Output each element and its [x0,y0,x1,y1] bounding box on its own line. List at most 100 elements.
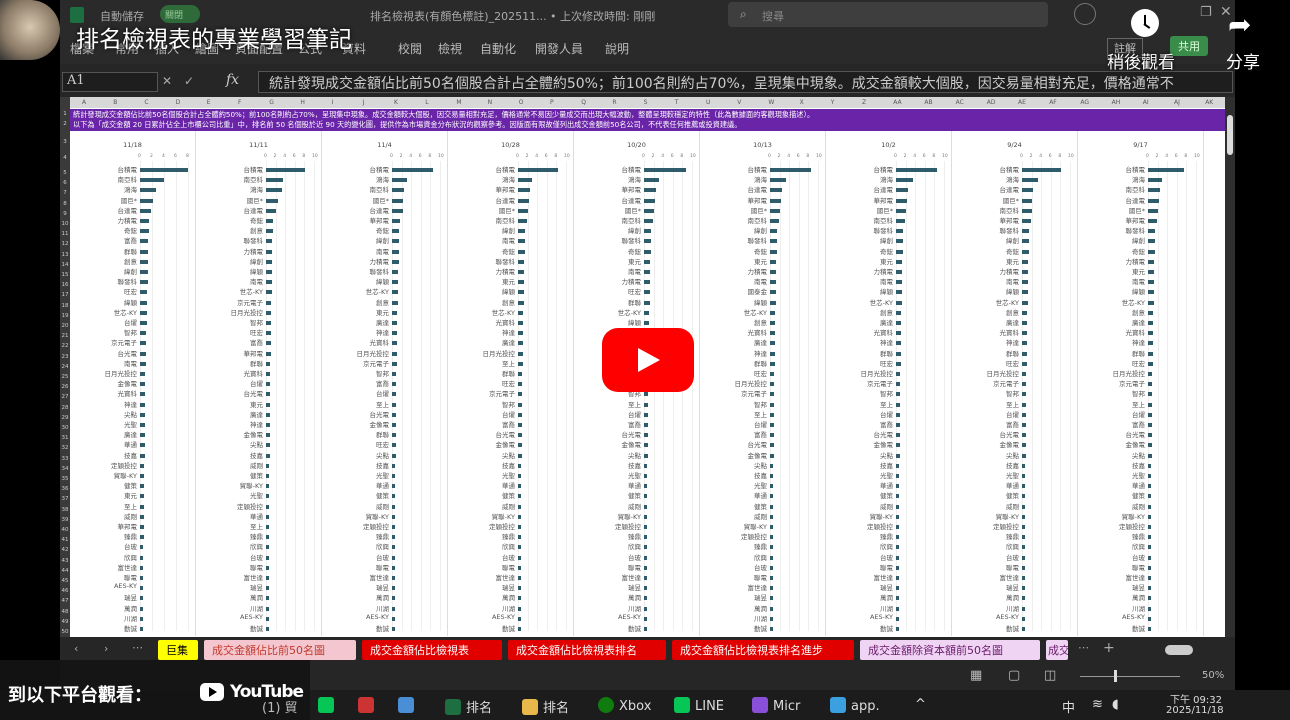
vertical-scrollbar[interactable] [1225,97,1235,637]
row-header[interactable]: 19 [60,313,70,319]
column-header[interactable]: Q [581,99,586,106]
taskbar-item-line[interactable]: LINE [674,697,724,714]
row-header[interactable]: 26 [60,384,70,390]
row-header[interactable]: 36 [60,486,70,492]
column-header[interactable]: P [550,99,554,106]
notepad-icon[interactable] [398,697,419,714]
column-header[interactable]: AE [1018,99,1026,106]
row-header[interactable]: 1 [60,111,70,117]
wifi-icon[interactable]: ≋ [1092,697,1103,712]
row-header[interactable]: 13 [60,252,70,258]
row-header[interactable]: 10 [60,221,70,227]
normal-view-icon[interactable]: ▦ [970,668,982,683]
taskbar-item-microsoft[interactable]: Micr [752,697,800,714]
column-header[interactable]: F [238,99,241,106]
sheet-tab[interactable]: 成交金額佔比檢視表排名 [508,640,666,660]
row-header[interactable]: 47 [60,598,70,604]
column-header[interactable]: AA [893,99,901,106]
column-header[interactable]: X [800,99,804,106]
column-header[interactable]: V [737,99,741,106]
ribbon-tab[interactable]: 檢視 [438,40,462,57]
tray-chevron-icon[interactable]: ^ [915,697,926,712]
row-header[interactable]: 3 [60,139,70,145]
row-header[interactable]: 17 [60,292,70,298]
row-header[interactable]: 6 [60,180,70,186]
row-header[interactable]: 20 [60,323,70,329]
share-arrow-icon[interactable]: ➦ [1228,8,1251,41]
sheet-tab[interactable]: 成交金額佔比前50名圖 [204,640,356,660]
row-header[interactable]: 21 [60,333,70,339]
row-header[interactable]: 46 [60,588,70,594]
zoom-slider[interactable] [1080,676,1180,677]
taskbar-item-xbox[interactable]: Xbox [598,697,651,714]
row-header[interactable]: 16 [60,282,70,288]
column-header[interactable]: A [82,99,86,106]
row-header[interactable]: 2 [60,121,70,127]
row-header[interactable]: 48 [60,609,70,615]
prev-sheet-icon[interactable]: ‹ [74,642,78,655]
column-header[interactable]: AB [924,99,932,106]
column-header[interactable]: AJ [1174,99,1180,106]
sheet-tab[interactable]: 成交 [1046,640,1068,660]
column-header[interactable]: O [519,99,524,106]
row-header[interactable]: 22 [60,343,70,349]
column-header[interactable]: L [425,99,428,106]
column-header[interactable]: U [706,99,710,106]
taskbar-item-browser[interactable]: (1) 貿 [262,697,298,716]
row-header[interactable]: 49 [60,619,70,625]
column-header[interactable]: Z [862,99,866,106]
row-header[interactable]: 14 [60,262,70,268]
ribbon-tab[interactable]: 說明 [605,40,629,57]
column-header[interactable]: M [456,99,461,106]
row-header[interactable]: 11 [60,231,70,237]
column-header[interactable]: B [113,99,117,106]
row-header[interactable]: 27 [60,394,70,400]
row-header[interactable]: 12 [60,241,70,247]
row-header[interactable]: 15 [60,272,70,278]
row-header[interactable]: 31 [60,435,70,441]
share-label[interactable]: 分享 [1226,48,1260,73]
row-header[interactable]: 37 [60,496,70,502]
column-header[interactable]: R [612,99,616,106]
column-header[interactable]: S [644,99,648,106]
row-header[interactable]: 44 [60,568,70,574]
column-header[interactable]: Y [831,99,835,106]
formula-input[interactable]: 統計發現成交金額佔比前50名個股合計占全體約50%；前100名則約占70%，呈現… [258,71,1233,93]
column-header[interactable]: J [363,99,365,106]
column-header[interactable]: N [488,99,493,106]
column-header[interactable]: AC [956,99,964,106]
clock-time[interactable]: 下午 09:32 [1170,691,1222,706]
ribbon-tab[interactable]: 校閱 [398,40,422,57]
app-icon[interactable] [358,697,379,714]
column-header[interactable]: G [269,99,274,106]
sheet-tab[interactable]: 成交金額除資本額前50名圖 [860,640,1040,660]
row-header[interactable]: 28 [60,405,70,411]
row-header[interactable]: 9 [60,211,70,217]
row-header[interactable]: 40 [60,527,70,533]
row-header[interactable]: 43 [60,558,70,564]
column-header[interactable]: AI [1143,99,1149,106]
taskbar-item-excel[interactable]: 排名 [445,697,492,716]
clock-icon[interactable] [1131,9,1159,37]
enter-icon[interactable]: ✓ [184,74,194,88]
play-button[interactable] [602,328,694,392]
row-header[interactable]: 34 [60,466,70,472]
video-title[interactable]: 排名檢視表的專業學習筆記 [76,20,352,54]
sheet-tab[interactable]: 成交金額佔比檢視表排名進步 [672,640,854,660]
row-header[interactable]: 35 [60,476,70,482]
watch-later-label[interactable]: 稍後觀看 [1107,48,1175,73]
zoom-slider-thumb[interactable] [1114,670,1117,682]
scroll-thumb[interactable] [1227,115,1233,155]
column-header[interactable]: AG [1080,99,1089,106]
column-header[interactable]: AK [1205,99,1213,106]
taskbar-item-folder[interactable]: 排名 [522,697,569,716]
row-header[interactable]: 32 [60,445,70,451]
account-avatar-icon[interactable] [1074,3,1096,25]
more-sheets-icon[interactable]: ⋯ [132,641,143,654]
column-header[interactable]: I [332,99,334,106]
row-header[interactable]: 25 [60,374,70,380]
column-header[interactable]: D [176,99,181,106]
row-header[interactable]: 50 [60,629,70,635]
row-header[interactable]: 39 [60,517,70,523]
cancel-icon[interactable]: ✕ [162,74,172,88]
